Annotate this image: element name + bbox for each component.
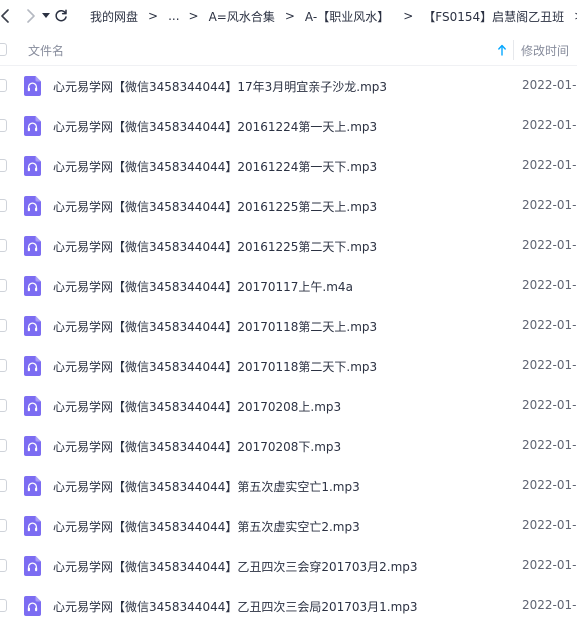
row-checkbox[interactable]: [0, 239, 7, 252]
row-checkbox[interactable]: [0, 439, 7, 452]
file-row[interactable]: 心元易学网【微信3458344044】第五次虚实空亡1.mp3 2022-01-2: [0, 466, 577, 506]
file-modified-time: 2022-01-2: [522, 598, 577, 612]
audio-file-icon: [24, 356, 41, 376]
file-name: 心元易学网【微信3458344044】17年3月明宜亲子沙龙.mp3: [53, 80, 388, 94]
file-row[interactable]: 心元易学网【微信3458344044】20170208下.mp3 2022-01-…: [0, 426, 577, 466]
file-modified-time: 2022-01-2: [522, 318, 577, 332]
back-button[interactable]: [0, 4, 10, 28]
file-modified-time: 2022-01-2: [522, 398, 577, 412]
audio-file-icon: [24, 436, 41, 456]
forward-button[interactable]: [26, 4, 36, 28]
breadcrumb-separator: >: [284, 9, 295, 23]
sort-ascending-icon[interactable]: [497, 43, 507, 57]
file-row[interactable]: 心元易学网【微信3458344044】20161224第一天下.mp3 2022-…: [0, 146, 577, 186]
file-modified-time: 2022-01-2: [522, 558, 577, 572]
breadcrumb-separator: >: [188, 9, 199, 23]
file-row[interactable]: 心元易学网【微信3458344044】20170117上午.m4a 2022-01…: [0, 266, 577, 306]
file-row[interactable]: 心元易学网【微信3458344044】20161225第二天下.mp3 2022-…: [0, 226, 577, 266]
file-modified-time: 2022-01-2: [522, 198, 577, 212]
file-modified-time: 2022-01-2: [522, 158, 577, 172]
file-modified-time: 2022-01-2: [522, 118, 577, 132]
file-modified-time: 2022-01-2: [522, 358, 577, 372]
back-arrow-icon: [1, 9, 9, 23]
file-modified-time: 2022-01-2: [522, 478, 577, 492]
file-name: 心元易学网【微信3458344044】20170117上午.m4a: [53, 280, 353, 294]
breadcrumb-item-career-fengshui[interactable]: A-【职业风水】: [305, 8, 389, 25]
caret-down-icon: [42, 13, 50, 18]
file-row[interactable]: 心元易学网【微信3458344044】第五次虚实空亡2.mp3 2022-01-2: [0, 506, 577, 546]
file-name: 心元易学网【微信3458344044】20170118第二天下.mp3: [53, 360, 378, 374]
file-name: 心元易学网【微信3458344044】20161225第二天上.mp3: [53, 200, 378, 214]
audio-file-icon: [24, 596, 41, 616]
file-row[interactable]: 心元易学网【微信3458344044】20170118第二天上.mp3 2022-…: [0, 306, 577, 346]
audio-file-icon: [24, 556, 41, 576]
file-row[interactable]: 心元易学网【微信3458344044】20170118第二天下.mp3 2022-…: [0, 346, 577, 386]
audio-file-icon: [24, 516, 41, 536]
navigation-bar: 我的网盘 > ... > A=风水合集 > A-【职业风水】 > 【FS0154…: [0, 0, 577, 32]
breadcrumb-separator: >: [403, 9, 414, 23]
file-row[interactable]: 心元易学网【微信3458344044】乙丑四次三会穿201703月2.mp3 20…: [0, 546, 577, 586]
audio-file-icon: [24, 116, 41, 136]
audio-file-icon: [24, 76, 41, 96]
audio-file-icon: [24, 476, 41, 496]
row-checkbox[interactable]: [0, 519, 7, 532]
audio-file-icon: [24, 276, 41, 296]
file-row[interactable]: 心元易学网【微信3458344044】17年3月明宜亲子沙龙.mp3 2022-0…: [0, 66, 577, 106]
row-checkbox[interactable]: [0, 599, 7, 612]
row-checkbox[interactable]: [0, 119, 7, 132]
file-name: 心元易学网【微信3458344044】20170208上.mp3: [53, 400, 342, 414]
file-row[interactable]: 心元易学网【微信3458344044】20161225第二天上.mp3 2022-…: [0, 186, 577, 226]
audio-file-icon: [24, 196, 41, 216]
file-name: 心元易学网【微信3458344044】20170208下.mp3: [53, 440, 342, 454]
audio-file-icon: [24, 236, 41, 256]
file-modified-time: 2022-01-2: [522, 278, 577, 292]
breadcrumb-item-current-folder[interactable]: 【FS0154】启慧阁乙丑班: [423, 8, 564, 25]
file-modified-time: 2022-01-2: [522, 438, 577, 452]
file-list: 心元易学网【微信3458344044】17年3月明宜亲子沙龙.mp3 2022-0…: [0, 66, 577, 626]
audio-file-icon: [24, 316, 41, 336]
file-name: 心元易学网【微信3458344044】乙丑四次三会局201703月1.mp3: [53, 600, 418, 614]
audio-file-icon: [24, 156, 41, 176]
row-checkbox[interactable]: [0, 559, 7, 572]
file-row[interactable]: 心元易学网【微信3458344044】20161224第一天上.mp3 2022-…: [0, 106, 577, 146]
file-row[interactable]: 心元易学网【微信3458344044】20170208上.mp3 2022-01-…: [0, 386, 577, 426]
file-name: 心元易学网【微信3458344044】20161224第一天下.mp3: [53, 160, 378, 174]
refresh-icon: [55, 9, 67, 22]
row-checkbox[interactable]: [0, 279, 7, 292]
file-name: 心元易学网【微信3458344044】20161224第一天上.mp3: [53, 120, 378, 134]
row-checkbox[interactable]: [0, 159, 7, 172]
row-checkbox[interactable]: [0, 319, 7, 332]
file-browser-window: 我的网盘 > ... > A=风水合集 > A-【职业风水】 > 【FS0154…: [0, 0, 577, 628]
breadcrumb-item-root[interactable]: 我的网盘: [90, 8, 138, 25]
select-all-checkbox[interactable]: [0, 43, 7, 56]
column-header-modified-time[interactable]: 修改时间: [521, 42, 569, 59]
row-checkbox[interactable]: [0, 399, 7, 412]
forward-arrow-icon: [27, 9, 35, 23]
breadcrumb-item-fengshui-collection[interactable]: A=风水合集: [209, 8, 275, 25]
audio-file-icon: [24, 396, 41, 416]
breadcrumb-separator: >: [148, 9, 159, 23]
file-modified-time: 2022-01-2: [522, 238, 577, 252]
column-divider[interactable]: [513, 40, 514, 60]
history-dropdown-button[interactable]: [42, 4, 50, 28]
file-name: 心元易学网【微信3458344044】20170118第二天上.mp3: [53, 320, 378, 334]
file-name: 心元易学网【微信3458344044】第五次虚实空亡2.mp3: [53, 520, 360, 534]
file-row[interactable]: 心元易学网【微信3458344044】乙丑四次三会局201703月1.mp3 20…: [0, 586, 577, 626]
row-checkbox[interactable]: [0, 199, 7, 212]
file-name: 心元易学网【微信3458344044】乙丑四次三会穿201703月2.mp3: [53, 560, 418, 574]
row-checkbox[interactable]: [0, 479, 7, 492]
row-checkbox[interactable]: [0, 359, 7, 372]
file-list-header: 文件名 修改时间: [0, 35, 577, 66]
row-checkbox[interactable]: [0, 79, 7, 92]
file-name: 心元易学网【微信3458344044】20161225第二天下.mp3: [53, 240, 378, 254]
file-name: 心元易学网【微信3458344044】第五次虚实空亡1.mp3: [53, 480, 360, 494]
breadcrumb: 我的网盘 > ... > A=风水合集 > A-【职业风水】 > 【FS0154…: [90, 8, 577, 25]
file-modified-time: 2022-01-2: [522, 78, 577, 92]
column-header-filename[interactable]: 文件名: [28, 42, 64, 59]
refresh-button[interactable]: [54, 4, 68, 28]
breadcrumb-item-ellipsis[interactable]: ...: [168, 9, 179, 23]
file-modified-time: 2022-01-2: [522, 518, 577, 532]
